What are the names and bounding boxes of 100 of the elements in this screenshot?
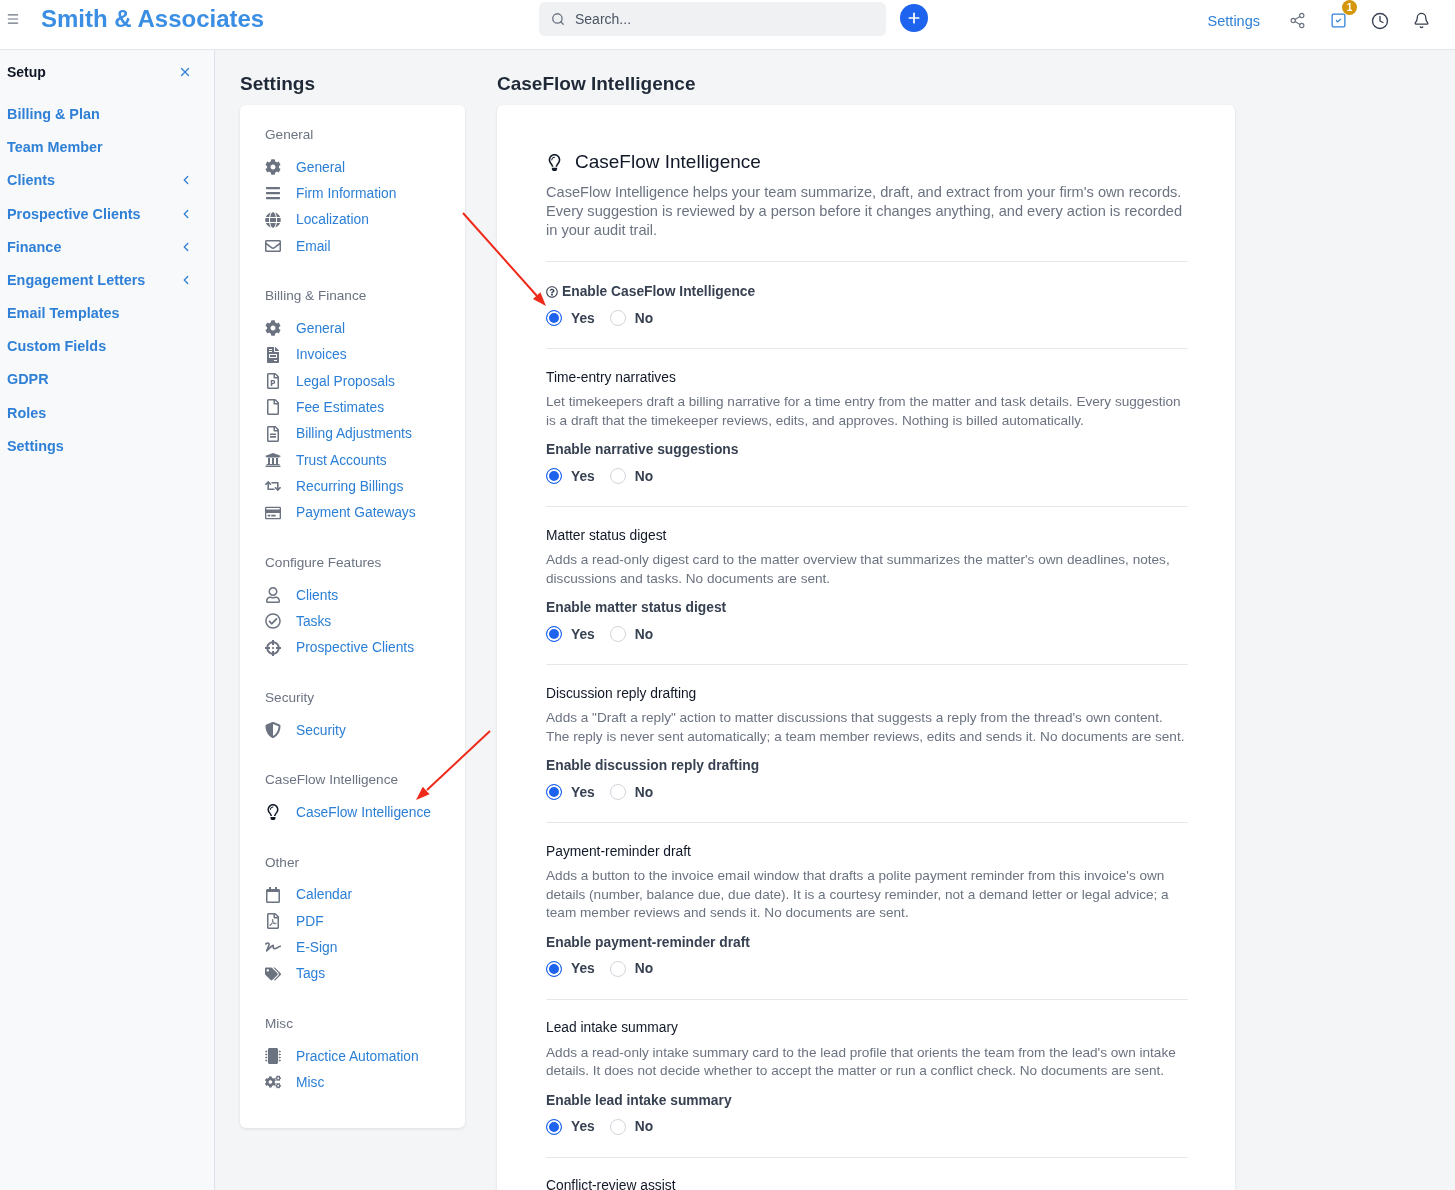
globe-icon [265,211,281,228]
help-icon[interactable] [546,286,558,298]
radio-label[interactable]: No [634,626,654,642]
radio-button[interactable] [546,310,562,326]
radio-button[interactable] [546,468,562,484]
card-title: CaseFlow Intelligence [575,150,761,174]
sidebar-item[interactable]: Settings [7,429,193,463]
search-icon [551,12,565,26]
add-button[interactable] [900,4,928,32]
settings-menu-link[interactable]: Prospective Clients [265,634,415,661]
tags-icon [265,965,281,982]
settings-menu-link[interactable]: General [265,315,346,342]
gear-icon [265,159,281,176]
chip-icon [265,1048,281,1065]
close-icon[interactable] [178,65,192,79]
sidebar-item[interactable]: Clients [7,163,193,197]
sidebar-item[interactable]: Custom Fields [7,329,193,363]
section-title: Lead intake summary [546,1020,679,1035]
page-heading: CaseFlow Intelligence [497,72,697,96]
section-title: Payment-reminder draft [546,843,692,859]
bell-icon[interactable] [1413,12,1430,29]
settings-menu-link[interactable]: Misc [265,1069,325,1096]
section-title: Discussion reply drafting [546,685,698,701]
radio-button[interactable] [546,960,562,977]
sidebar-item[interactable]: GDPR [7,362,193,397]
radio-label[interactable]: No [634,1119,654,1134]
sidebar-item[interactable]: Prospective Clients [7,196,193,231]
radio-label[interactable]: Yes [571,310,595,326]
checkbox-icon[interactable] [1330,12,1347,29]
bank-icon [265,452,281,469]
field-label: Enable matter status digest [546,599,727,617]
settings-menu-link[interactable]: PDF [265,907,324,935]
section-title: Time-entry narratives [546,369,677,385]
radio-button[interactable] [546,784,562,800]
sidebar-item[interactable]: Email Templates [7,296,193,330]
radio-label[interactable]: No [634,961,654,976]
radio-button[interactable] [546,1118,562,1135]
field-label: Enable payment-reminder draft [546,933,750,952]
document-icon [265,346,281,363]
settings-menu-link[interactable]: Payment Gateways [265,499,416,526]
settings-menu-link[interactable]: Clients [265,581,339,609]
brand-name[interactable]: Smith & Associates [41,4,265,34]
settings-menu-link[interactable]: Practice Automation [265,1042,419,1070]
radio-label[interactable]: Yes [571,626,595,642]
settings-menu-link[interactable]: General [265,154,346,181]
sidebar-item[interactable]: Team Member [7,130,193,164]
settings-menu-link[interactable]: Billing Adjustments [265,420,412,447]
radio-label[interactable]: Yes [571,468,595,484]
settings-menu-link[interactable]: Tasks [265,608,332,635]
sidebar-item[interactable]: Roles [7,396,193,430]
credit-card-icon [265,504,281,521]
radio-button[interactable] [546,626,562,642]
section-title: Conflict-review assist [546,1178,677,1190]
section-description: Adds a read-only digest card to the matter overview that summarizes the matter's own deadlines, notes, discussions and tasks. No documents are sent. [546,551,1171,588]
settings-menu-link[interactable]: Recurring Billings [265,473,404,500]
radio-label[interactable]: No [634,310,654,326]
file-lines-icon [265,425,281,442]
sidebar-item[interactable]: Engagement Letters [7,263,193,297]
envelope-icon [265,238,281,255]
settings-menu-link[interactable]: CaseFlow Intelligence [265,799,431,826]
radio-label[interactable]: No [634,468,654,484]
share-icon[interactable] [1289,12,1306,29]
settings-menu-link[interactable]: Firm Information [265,180,397,207]
menu-icon[interactable] [6,12,20,26]
radio-label[interactable]: Yes [571,784,595,800]
settings-menu-link[interactable]: Email [265,233,331,260]
plus-icon [906,10,922,26]
lightbulb-icon [546,153,563,171]
settings-menu-link[interactable]: Localization [265,206,369,233]
shield-icon [265,722,281,739]
menu-group-heading: Misc [265,1014,294,1033]
blank-file-icon [265,399,281,416]
search-field[interactable]: Search... [539,2,886,36]
settings-menu-link[interactable]: Legal Proposals [265,367,395,395]
card-description: CaseFlow Intelligence helps your team summarize, draft, and extract from your firm's own records. Every suggestion is reviewed by a person before it changes anything, and every action is recorded in your audit trail. [546,183,1183,240]
settings-menu-link[interactable]: Invoices [265,341,347,368]
clock-icon[interactable] [1371,11,1389,30]
settings-menu-link[interactable]: Fee Estimates [265,394,385,421]
page-heading: Settings [240,72,316,96]
sidebar-item[interactable]: Finance [7,230,193,264]
sidebar-item[interactable]: Billing & Plan [7,97,193,131]
section-description: Let timekeepers draft a billing narrative for a time entry from the matter and task details. Every suggestion is a draft that the timekeeper reviews, edits, and approves. Nothing is billed automatically. [546,393,1182,430]
section-title: Matter status digest [546,527,668,543]
field-label: Enable discussion reply drafting [546,757,760,775]
settings-menu-link[interactable]: Tags [265,960,326,987]
radio-label[interactable]: Yes [571,1119,595,1134]
file-letter-icon [265,373,281,390]
radio-label[interactable]: Yes [571,961,595,976]
settings-menu-link[interactable]: Trust Accounts [265,446,387,474]
gears-icon [265,1074,281,1091]
menu-group-heading: General [265,126,315,144]
radio-label[interactable]: No [634,784,654,800]
settings-menu-link[interactable]: Calendar [265,881,352,908]
settings-menu-link[interactable]: E-Sign [265,934,338,961]
lines-icon [265,185,281,202]
menu-group-heading: CaseFlow Intelligence [265,771,399,790]
settings-link[interactable]: Settings [1207,12,1260,29]
sidebar-title: Setup [7,64,46,80]
menu-group-heading: Other [265,853,300,872]
settings-menu-link[interactable]: Security [265,716,346,744]
